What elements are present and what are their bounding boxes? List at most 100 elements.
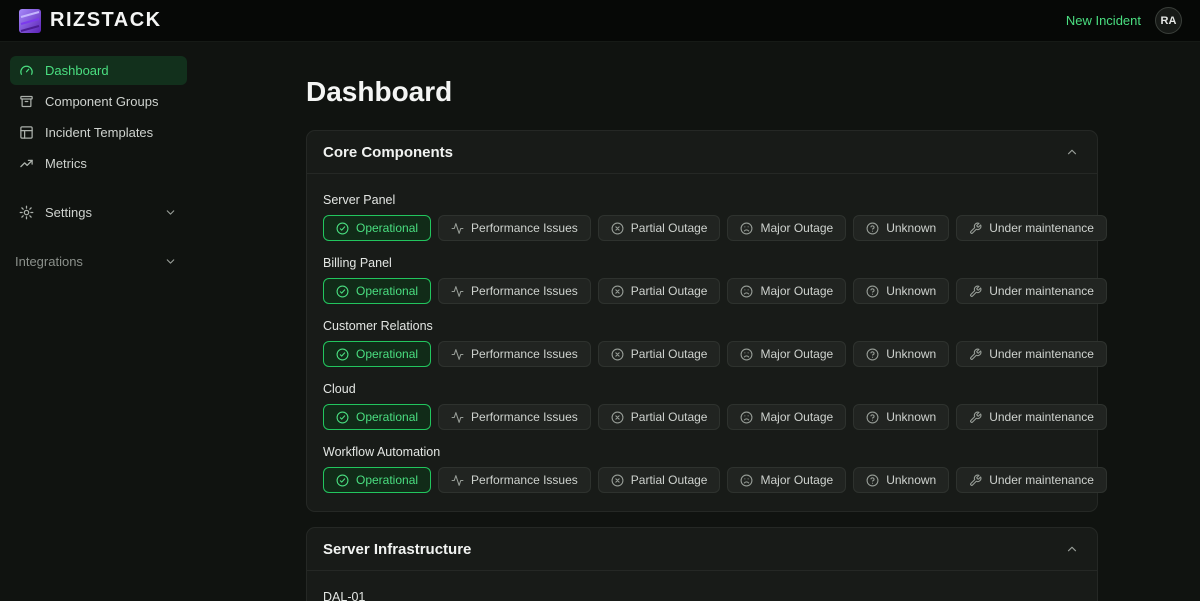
frown-icon — [740, 411, 753, 424]
sidebar-item-incident-templates[interactable]: Incident Templates — [10, 118, 187, 147]
status-button-partial-outage[interactable]: Partial Outage — [598, 215, 721, 241]
status-button-under-maintenance[interactable]: Under maintenance — [956, 341, 1107, 367]
component-groups: Core Components Server Panel Operational — [306, 130, 1098, 601]
group-card-body: DAL-01 Operational Performance Issues Pa… — [307, 571, 1097, 601]
avatar[interactable]: RA — [1155, 7, 1182, 34]
status-button-unknown[interactable]: Unknown — [853, 404, 949, 430]
status-button-performance-issues[interactable]: Performance Issues — [438, 341, 591, 367]
status-button-unknown[interactable]: Unknown — [853, 341, 949, 367]
group-card-header: Core Components — [307, 131, 1097, 174]
wrench-icon — [969, 474, 982, 487]
group-card-body: Server Panel Operational Performance Iss… — [307, 174, 1097, 511]
page-title: Dashboard — [306, 76, 1098, 108]
x-circle-icon — [611, 285, 624, 298]
status-button-unknown[interactable]: Unknown — [853, 467, 949, 493]
question-circle-icon — [866, 348, 879, 361]
status-label: Unknown — [886, 347, 936, 361]
status-label: Unknown — [886, 284, 936, 298]
gear-icon — [19, 205, 34, 220]
status-label: Major Outage — [760, 284, 833, 298]
status-label: Operational — [356, 284, 418, 298]
wrench-icon — [969, 348, 982, 361]
question-circle-icon — [866, 474, 879, 487]
question-circle-icon — [866, 411, 879, 424]
status-label: Partial Outage — [631, 284, 708, 298]
component-row: DAL-01 Operational Performance Issues Pa… — [323, 590, 1081, 601]
sidebar: Dashboard Component Groups Incident Temp… — [0, 42, 197, 601]
status-label: Partial Outage — [631, 221, 708, 235]
wrench-icon — [969, 411, 982, 424]
status-button-under-maintenance[interactable]: Under maintenance — [956, 404, 1107, 430]
sidebar-item-label: Integrations — [15, 254, 83, 269]
status-button-performance-issues[interactable]: Performance Issues — [438, 215, 591, 241]
component-row: Cloud Operational Performance Issues Par… — [323, 382, 1081, 430]
group-card-header: Server Infrastructure — [307, 528, 1097, 571]
check-circle-icon — [336, 411, 349, 424]
group-title: Core Components — [323, 144, 453, 161]
status-label: Performance Issues — [471, 347, 578, 361]
status-button-partial-outage[interactable]: Partial Outage — [598, 404, 721, 430]
status-button-under-maintenance[interactable]: Under maintenance — [956, 467, 1107, 493]
status-label: Performance Issues — [471, 284, 578, 298]
new-incident-link[interactable]: New Incident — [1066, 13, 1141, 28]
status-button-operational[interactable]: Operational — [323, 341, 431, 367]
status-button-major-outage[interactable]: Major Outage — [727, 341, 846, 367]
status-label: Operational — [356, 410, 418, 424]
status-button-performance-issues[interactable]: Performance Issues — [438, 467, 591, 493]
status-button-major-outage[interactable]: Major Outage — [727, 404, 846, 430]
status-label: Performance Issues — [471, 473, 578, 487]
brand-name: RIZSTACK — [50, 9, 162, 32]
check-circle-icon — [336, 285, 349, 298]
box-icon — [19, 94, 34, 109]
status-button-under-maintenance[interactable]: Under maintenance — [956, 278, 1107, 304]
sidebar-item-dashboard[interactable]: Dashboard — [10, 56, 187, 85]
status-button-operational[interactable]: Operational — [323, 278, 431, 304]
status-buttons: Operational Performance Issues Partial O… — [323, 467, 1081, 493]
status-label: Performance Issues — [471, 221, 578, 235]
sidebar-item-label: Settings — [45, 205, 92, 220]
sidebar-item-settings[interactable]: Settings — [10, 198, 187, 227]
chevron-up-icon — [1065, 542, 1079, 556]
status-label: Major Outage — [760, 347, 833, 361]
sidebar-item-integrations[interactable]: Integrations — [10, 247, 187, 276]
status-button-under-maintenance[interactable]: Under maintenance — [956, 215, 1107, 241]
sidebar-item-label: Dashboard — [45, 63, 109, 78]
status-label: Under maintenance — [989, 347, 1094, 361]
sidebar-item-metrics[interactable]: Metrics — [10, 149, 187, 178]
component-row: Customer Relations Operational Performan… — [323, 319, 1081, 367]
status-label: Major Outage — [760, 473, 833, 487]
collapse-group-button[interactable] — [1063, 143, 1081, 161]
wrench-icon — [969, 222, 982, 235]
status-button-performance-issues[interactable]: Performance Issues — [438, 278, 591, 304]
status-button-partial-outage[interactable]: Partial Outage — [598, 278, 721, 304]
x-circle-icon — [611, 222, 624, 235]
component-row: Billing Panel Operational Performance Is… — [323, 256, 1081, 304]
status-label: Unknown — [886, 410, 936, 424]
status-button-partial-outage[interactable]: Partial Outage — [598, 341, 721, 367]
wrench-icon — [969, 285, 982, 298]
sidebar-item-component-groups[interactable]: Component Groups — [10, 87, 187, 116]
collapse-group-button[interactable] — [1063, 540, 1081, 558]
status-button-operational[interactable]: Operational — [323, 215, 431, 241]
frown-icon — [740, 285, 753, 298]
component-name: Server Panel — [323, 193, 1081, 207]
status-button-unknown[interactable]: Unknown — [853, 215, 949, 241]
status-label: Under maintenance — [989, 284, 1094, 298]
status-label: Partial Outage — [631, 410, 708, 424]
status-button-operational[interactable]: Operational — [323, 467, 431, 493]
status-button-major-outage[interactable]: Major Outage — [727, 215, 846, 241]
status-button-major-outage[interactable]: Major Outage — [727, 467, 846, 493]
status-button-operational[interactable]: Operational — [323, 404, 431, 430]
status-button-performance-issues[interactable]: Performance Issues — [438, 404, 591, 430]
status-label: Under maintenance — [989, 410, 1094, 424]
check-circle-icon — [336, 474, 349, 487]
status-button-unknown[interactable]: Unknown — [853, 278, 949, 304]
status-label: Operational — [356, 473, 418, 487]
status-button-partial-outage[interactable]: Partial Outage — [598, 467, 721, 493]
question-circle-icon — [866, 222, 879, 235]
status-button-major-outage[interactable]: Major Outage — [727, 278, 846, 304]
activity-icon — [451, 348, 464, 361]
group-card-server-infrastructure: Server Infrastructure DAL-01 Operational — [306, 527, 1098, 601]
status-buttons: Operational Performance Issues Partial O… — [323, 215, 1081, 241]
gauge-icon — [19, 63, 34, 78]
